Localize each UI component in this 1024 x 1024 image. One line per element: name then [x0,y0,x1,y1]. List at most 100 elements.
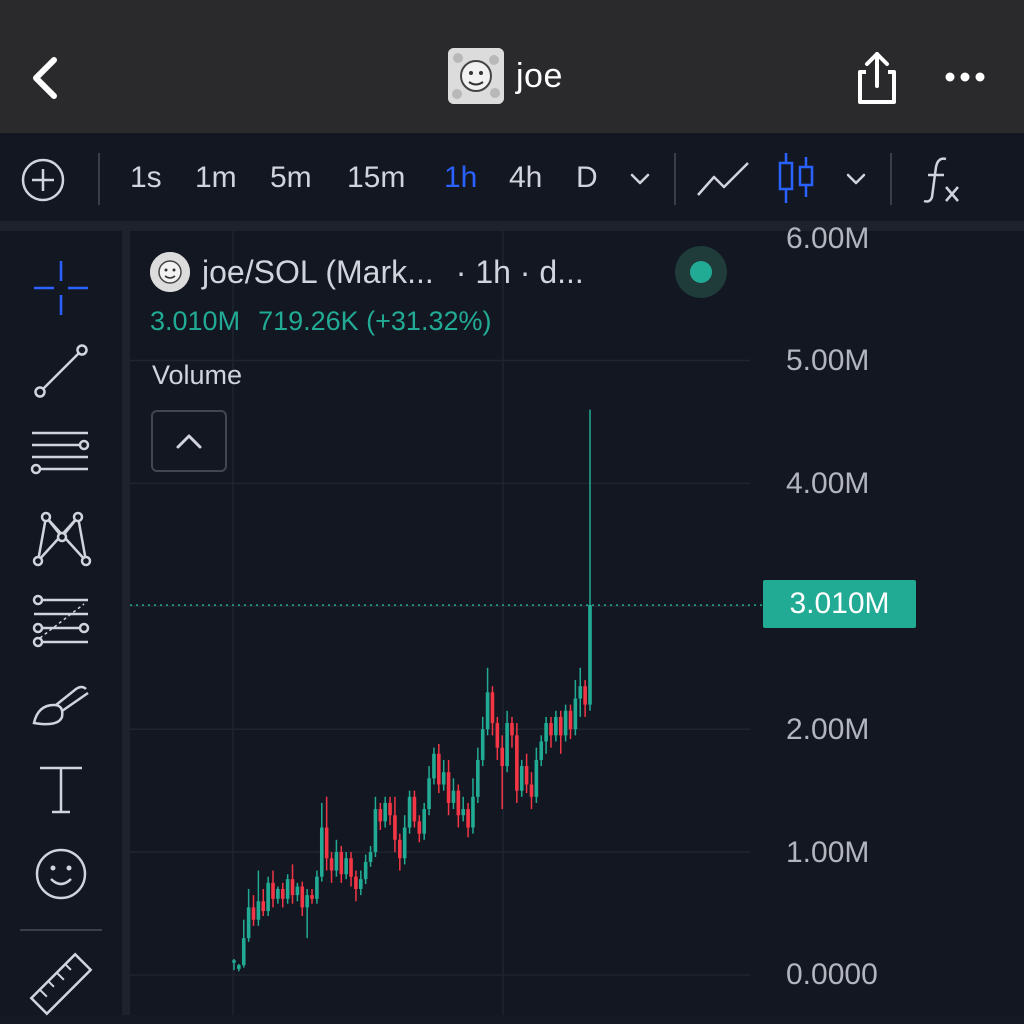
y-tick-label: 0.0000 [786,958,878,991]
candle-body [544,723,548,742]
candle-body [241,938,246,966]
status-dot-icon [690,261,712,283]
candles-button[interactable] [776,151,816,205]
candle-body [251,907,256,920]
candle-body [256,901,261,920]
interval-1m[interactable]: 1m [195,157,237,199]
candle-body [432,753,436,779]
candle-body [539,741,544,760]
share-icon [858,52,896,104]
add-symbol-button[interactable] [20,157,66,203]
function-icon [923,157,959,203]
candle-body [334,852,339,871]
candle-body [354,876,358,889]
brush-icon [32,685,89,726]
candle-body [515,735,519,791]
candle-body [402,827,407,859]
y-tick-label: 6.00M [786,222,870,255]
candle-body [261,901,266,912]
candle-body [383,802,387,822]
y-tick-label: 1.00M [786,836,870,869]
back-button[interactable] [22,50,72,106]
candle-body [588,605,592,705]
candle-body [573,698,578,730]
crosshair-icon [34,261,88,315]
candle-body [324,827,329,859]
pattern-tool[interactable] [26,503,96,573]
candle-body [246,907,251,939]
line-chart-icon [697,162,749,196]
candle-body [407,796,412,828]
candle-body [329,858,334,871]
candle-body [534,759,539,797]
interval-15m[interactable]: 15m [347,157,405,199]
fib-icon [32,594,90,648]
ruler-tool[interactable] [26,949,96,1019]
interval-1h[interactable]: 1h [444,157,477,199]
legend-symbol[interactable]: joe/SOL (Mark... [202,254,434,291]
legend-price: 3.010M [150,306,241,336]
candle-body [495,723,500,748]
candle-body [232,960,236,963]
candle-body [549,723,553,736]
line-chart-button[interactable] [696,157,750,201]
candle-body [422,809,426,834]
candle-body [461,809,466,816]
volume-label: Volume [152,360,243,390]
candle-body [310,895,314,899]
candle-body [437,753,441,785]
market-status-indicator[interactable] [675,246,727,298]
interval-d[interactable]: D [576,157,598,199]
candle-body [476,759,480,797]
candles-icon [778,153,814,203]
candle-body [480,729,485,760]
candle-body [276,888,280,899]
sidebar-border [122,231,130,1015]
fib-tool[interactable] [26,586,96,656]
candle-body [237,965,241,969]
candle-body [358,879,363,889]
interval-4h[interactable]: 4h [509,157,542,199]
candle-body [524,766,529,785]
candle-body [319,827,324,877]
horizontal-lines-icon [30,431,90,475]
interval-dropdown[interactable] [626,165,654,193]
candle-body [466,809,470,828]
chart-type-dropdown[interactable] [842,165,870,193]
horizontal-lines-tool[interactable] [26,419,96,489]
emoji-tool[interactable] [26,839,96,909]
indicators-button[interactable] [922,155,966,205]
candle-body [554,716,558,736]
collapse-legend-button[interactable] [151,410,227,472]
candle-body [378,809,383,822]
candle-body [373,809,378,853]
brush-tool[interactable] [26,671,96,741]
candle-body [368,852,373,862]
y-tick-label: 4.00M [786,467,870,500]
last-price-tag: 3.010M [763,580,916,628]
pattern-icon [32,511,92,567]
chart-toolbar: 1s 1m 5m 15m 1h 4h D [0,133,1024,231]
text-tool[interactable] [26,754,96,824]
candle-body [388,802,392,816]
candle-body [558,716,563,736]
candle-body [305,895,309,908]
candle-body [417,821,422,834]
more-button[interactable] [940,60,990,94]
candle-body [578,686,583,699]
token-avatar [448,48,504,104]
interval-1s[interactable]: 1s [130,157,162,199]
candle-body [446,772,451,803]
share-button[interactable] [852,48,902,108]
candle-body [563,710,568,736]
interval-5m[interactable]: 5m [270,157,312,199]
trend-line-tool[interactable] [26,336,96,406]
trend-line-icon [34,344,88,398]
ruler-icon [29,952,93,1016]
candle-body [315,876,319,899]
candle-body [451,790,456,803]
candle-body [441,772,446,785]
drawing-sidebar [0,231,122,1016]
chevron-up-icon [176,434,202,449]
crosshair-tool[interactable] [26,253,96,323]
